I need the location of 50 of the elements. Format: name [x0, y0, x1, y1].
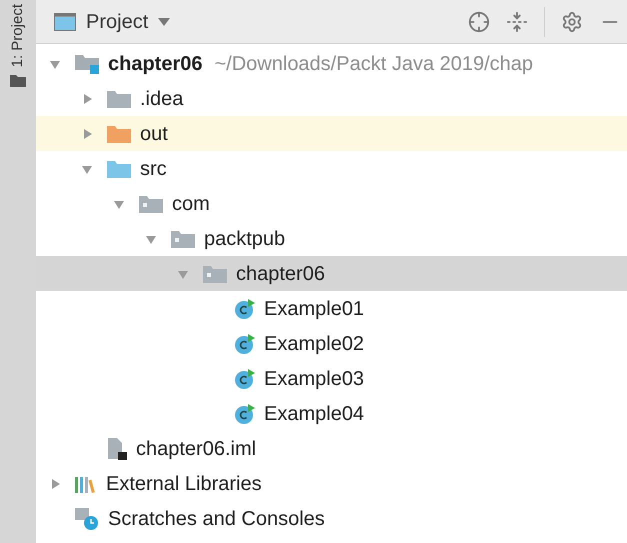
node-label: Example03 — [264, 366, 364, 392]
panel-title[interactable]: Project — [86, 6, 148, 36]
scratches-icon — [74, 506, 100, 530]
project-path: ~/Downloads/Packt Java 2019/chap — [214, 52, 534, 76]
tree-row[interactable]: Example02 — [36, 326, 627, 361]
settings-icon[interactable] — [561, 10, 583, 32]
node-label: Example04 — [264, 402, 364, 426]
node-label: packtpub — [204, 226, 286, 252]
tree-row[interactable]: chapter06 — [36, 256, 627, 291]
project-side-tab[interactable]: 1: Project — [6, 4, 30, 68]
tree-row[interactable]: Scratches and Consoles — [36, 501, 627, 536]
node-label: out — [140, 122, 168, 146]
node-label: src — [140, 156, 167, 182]
node-label: chapter06 — [236, 262, 325, 286]
tree-row[interactable]: Example04 — [36, 396, 627, 431]
package-folder-icon — [138, 194, 164, 214]
package-folder-icon — [170, 228, 196, 248]
caret-icon[interactable] — [158, 18, 170, 26]
node-label: com — [172, 192, 210, 216]
tree-row[interactable]: chapter06 ~/Downloads/Packt Java 2019/chap — [36, 46, 627, 81]
tree-row[interactable]: Example03 — [36, 361, 627, 396]
node-label: chapter06.iml — [136, 436, 256, 462]
tree-row[interactable]: Example01 — [36, 291, 627, 326]
tree-row[interactable]: External Libraries — [36, 466, 627, 501]
class-icon — [234, 332, 256, 354]
tree-row[interactable]: packtpub — [36, 221, 627, 256]
project-folder-icon — [74, 52, 100, 74]
window-icon — [54, 12, 76, 30]
module-file-icon — [106, 436, 128, 460]
node-label: Example01 — [264, 296, 364, 322]
locate-icon[interactable] — [468, 10, 490, 32]
tree-row[interactable]: com — [36, 186, 627, 221]
node-label: chapter06 — [108, 52, 202, 76]
folder-icon — [106, 88, 132, 108]
class-icon — [234, 368, 256, 390]
node-label: Scratches and Consoles — [108, 506, 325, 532]
folder-icon — [10, 75, 26, 88]
tree-row[interactable]: .idea — [36, 81, 627, 116]
tree-row[interactable]: out — [36, 116, 627, 151]
node-label: Example02 — [264, 332, 364, 356]
package-folder-icon — [202, 264, 228, 284]
tree-row[interactable]: src — [36, 151, 627, 186]
class-icon — [234, 298, 256, 320]
node-label: External Libraries — [106, 472, 262, 496]
tree-row[interactable]: chapter06.iml — [36, 431, 627, 466]
collapse-icon[interactable] — [506, 10, 528, 32]
folder-icon — [106, 158, 132, 178]
node-label: .idea — [140, 86, 184, 112]
folder-icon — [106, 124, 132, 144]
class-icon — [234, 402, 256, 424]
